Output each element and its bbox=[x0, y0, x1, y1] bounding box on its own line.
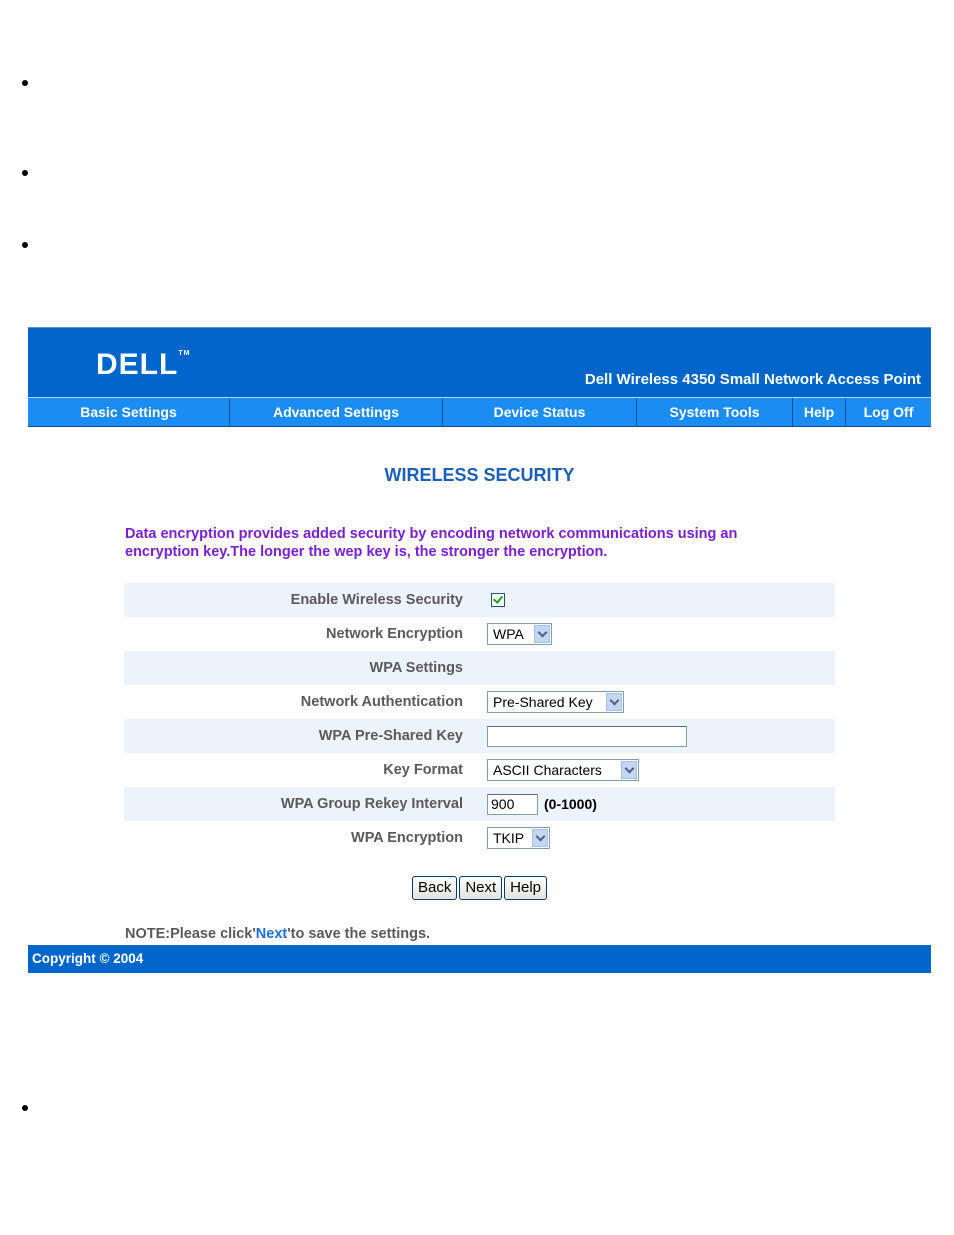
next-button[interactable]: Next bbox=[459, 876, 503, 900]
bullet-marker bbox=[22, 170, 28, 176]
help-button[interactable]: Help bbox=[504, 876, 548, 900]
rekey-interval-input[interactable]: 900 bbox=[487, 793, 538, 815]
wpa-encryption-select[interactable]: TKIP bbox=[487, 827, 550, 849]
note-suffix: 'to save the settings. bbox=[287, 926, 431, 942]
row-network-authentication: Network Authentication Pre-Shared Key bbox=[124, 685, 835, 719]
back-button[interactable]: Back bbox=[411, 876, 458, 900]
bullet-marker bbox=[22, 242, 28, 248]
wpa-encryption-value: TKIP bbox=[493, 830, 525, 846]
nav-device-status[interactable]: Device Status bbox=[443, 398, 637, 426]
security-form: Enable Wireless Security Network Encrypt… bbox=[124, 583, 835, 855]
row-wpa-psk: WPA Pre-Shared Key bbox=[124, 719, 835, 753]
row-rekey-interval: WPA Group Rekey Interval 900 (0-1000) bbox=[124, 787, 835, 821]
network-authentication-value: Pre-Shared Key bbox=[493, 694, 593, 710]
wpa-psk-label: WPA Pre-Shared Key bbox=[318, 728, 463, 744]
nav-advanced-settings[interactable]: Advanced Settings bbox=[230, 398, 443, 426]
network-authentication-select[interactable]: Pre-Shared Key bbox=[487, 691, 624, 713]
chevron-down-icon bbox=[621, 761, 637, 779]
enable-security-label: Enable Wireless Security bbox=[290, 592, 463, 608]
network-encryption-select[interactable]: WPA bbox=[487, 623, 552, 645]
wpa-encryption-label: WPA Encryption bbox=[351, 830, 463, 846]
header-banner: DELLTM Dell Wireless 4350 Small Network … bbox=[28, 327, 931, 398]
wpa-settings-heading: WPA Settings bbox=[369, 660, 463, 676]
action-buttons: Back Next Help bbox=[28, 876, 931, 900]
dell-logo: DELLTM bbox=[96, 348, 191, 381]
nav-basic-settings[interactable]: Basic Settings bbox=[28, 398, 230, 426]
router-admin-page: DELLTM Dell Wireless 4350 Small Network … bbox=[28, 327, 931, 974]
rekey-interval-range: (0-1000) bbox=[544, 796, 597, 812]
bullet-marker bbox=[22, 80, 28, 86]
row-enable-security: Enable Wireless Security bbox=[124, 583, 835, 617]
nav-help[interactable]: Help bbox=[793, 398, 846, 426]
product-name: Dell Wireless 4350 Small Network Access … bbox=[584, 371, 921, 388]
chevron-down-icon bbox=[532, 829, 548, 847]
rekey-interval-label: WPA Group Rekey Interval bbox=[280, 796, 463, 812]
save-note: NOTE:Please click'Next'to save the setti… bbox=[125, 926, 430, 942]
main-nav: Basic Settings Advanced Settings Device … bbox=[28, 397, 931, 427]
footer-copyright: Copyright © 2004 bbox=[28, 945, 931, 973]
row-key-format: Key Format ASCII Characters bbox=[124, 753, 835, 787]
note-prefix: NOTE:Please click' bbox=[125, 926, 256, 942]
wpa-psk-input[interactable] bbox=[487, 725, 687, 747]
key-format-value: ASCII Characters bbox=[493, 762, 602, 778]
chevron-down-icon bbox=[606, 693, 622, 711]
network-encryption-value: WPA bbox=[493, 626, 524, 642]
nav-system-tools[interactable]: System Tools bbox=[637, 398, 793, 426]
page-title: WIRELESS SECURITY bbox=[384, 465, 575, 485]
row-wpa-encryption: WPA Encryption TKIP bbox=[124, 821, 835, 855]
note-next-link[interactable]: Next bbox=[256, 926, 287, 942]
enable-security-checkbox[interactable] bbox=[491, 593, 505, 607]
key-format-label: Key Format bbox=[383, 762, 463, 778]
row-wpa-settings: WPA Settings bbox=[124, 651, 835, 685]
network-encryption-label: Network Encryption bbox=[326, 626, 463, 642]
row-network-encryption: Network Encryption WPA bbox=[124, 617, 835, 651]
nav-log-off[interactable]: Log Off bbox=[846, 398, 931, 426]
chevron-down-icon bbox=[534, 625, 550, 643]
key-format-select[interactable]: ASCII Characters bbox=[487, 759, 639, 781]
bullet-marker bbox=[22, 1105, 28, 1111]
intro-text: Data encryption provides added security … bbox=[125, 526, 738, 560]
network-authentication-label: Network Authentication bbox=[300, 694, 463, 710]
